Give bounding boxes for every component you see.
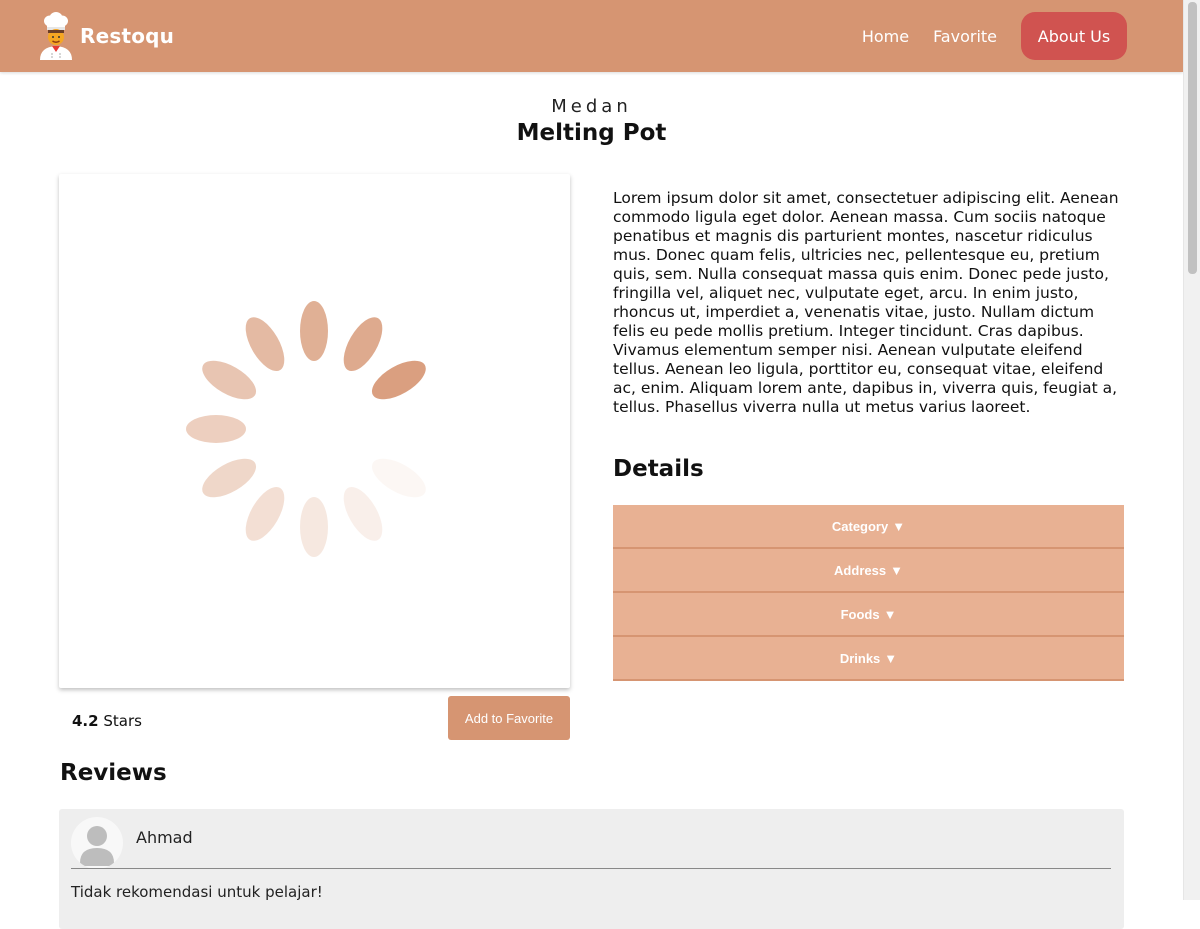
- restaurant-city: Medan: [551, 96, 632, 117]
- nav-home-link[interactable]: Home: [862, 27, 909, 46]
- site-header: Restoqu Home Favorite About Us: [0, 0, 1183, 72]
- details-heading: Details: [613, 456, 704, 482]
- chef-icon: [40, 12, 72, 60]
- brand-name: Restoqu: [80, 24, 175, 48]
- restaurant-description: Lorem ipsum dolor sit amet, consectetuer…: [613, 189, 1119, 416]
- accordion-address-label: Address: [834, 562, 887, 578]
- accordion-category[interactable]: Category ▼: [613, 505, 1124, 549]
- triangle-down-icon: ▼: [883, 606, 897, 622]
- main-nav: Home Favorite About Us: [838, 12, 1127, 60]
- accordion-address[interactable]: Address ▼: [613, 549, 1124, 593]
- accordion-foods[interactable]: Foods ▼: [613, 593, 1124, 637]
- review-text: Tidak rekomendasi untuk pelajar!: [71, 883, 323, 901]
- loading-spinner-icon: [186, 301, 426, 557]
- reviews-heading: Reviews: [60, 760, 167, 786]
- accordion-foods-label: Foods: [840, 606, 880, 622]
- triangle-down-icon: ▼: [892, 518, 906, 534]
- review-divider: [71, 868, 1111, 869]
- rating-value: 4.2: [72, 712, 99, 730]
- review-card: Ahmad Tidak rekomendasi untuk pelajar!: [59, 809, 1124, 929]
- triangle-down-icon: ▼: [890, 562, 903, 578]
- restaurant-rating: 4.2 Stars: [72, 712, 142, 730]
- details-accordion: Category ▼ Address ▼ Foods ▼ Drinks ▼: [613, 505, 1124, 681]
- user-avatar-icon: [71, 817, 123, 869]
- rating-label: Stars: [103, 712, 142, 730]
- reviewer-name: Ahmad: [136, 828, 193, 847]
- restaurant-name: Melting Pot: [516, 120, 667, 146]
- nav-favorite-link[interactable]: Favorite: [933, 27, 997, 46]
- accordion-drinks[interactable]: Drinks ▼: [613, 637, 1124, 681]
- user-silhouette-icon: [80, 826, 114, 866]
- accordion-category-label: Category: [831, 518, 889, 534]
- scrollbar-thumb[interactable]: [1188, 2, 1197, 274]
- add-to-favorite-button[interactable]: Add to Favorite: [448, 696, 570, 740]
- accordion-drinks-label: Drinks: [839, 650, 881, 666]
- restaurant-image-card: [59, 174, 570, 688]
- page-scrollbar[interactable]: [1183, 0, 1200, 900]
- triangle-down-icon: ▼: [884, 650, 898, 666]
- nav-about-button[interactable]: About Us: [1021, 12, 1127, 60]
- brand-link[interactable]: Restoqu: [38, 12, 174, 60]
